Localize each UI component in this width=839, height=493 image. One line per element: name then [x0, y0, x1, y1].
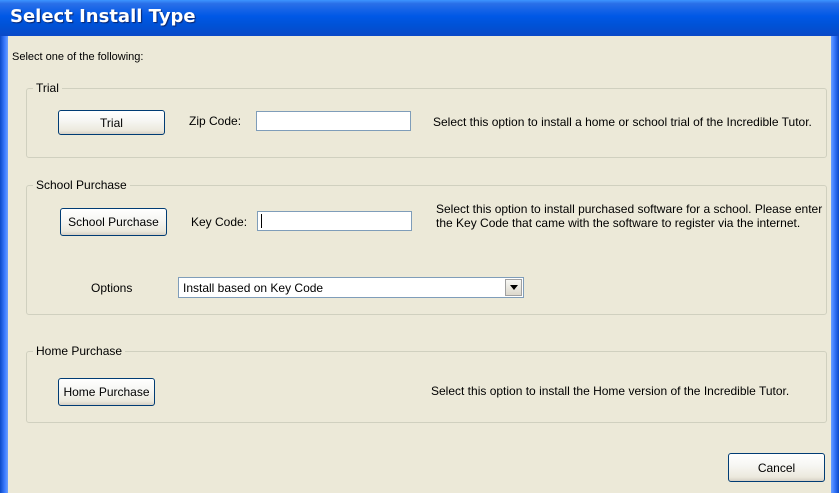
school-purchase-group: School Purchase School Purchase Key Code… — [26, 178, 827, 315]
trial-group-label: Trial — [33, 81, 62, 95]
home-purchase-group-label: Home Purchase — [33, 344, 126, 358]
school-purchase-group-label: School Purchase — [33, 178, 130, 192]
trial-group: Trial Trial Zip Code: Select this option… — [26, 81, 827, 158]
zip-code-input[interactable] — [256, 111, 411, 131]
instruction-text: Select one of the following: — [12, 51, 144, 63]
cancel-button[interactable]: Cancel — [728, 453, 825, 482]
install-dialog: Select Install Type Select one of the fo… — [0, 0, 839, 493]
window-frame-right — [831, 36, 839, 493]
options-dropdown[interactable]: Install based on Key Code — [178, 277, 524, 298]
key-code-input[interactable] — [257, 211, 412, 231]
school-description-line2: the Key Code that came with the software… — [436, 216, 801, 230]
window-title: Select Install Type — [10, 6, 196, 27]
options-selected-value: Install based on Key Code — [183, 281, 324, 295]
home-description: Select this option to install the Home v… — [431, 384, 790, 398]
school-description-line1: Select this option to install purchased … — [436, 202, 823, 216]
window-frame-left — [0, 36, 8, 493]
home-purchase-button[interactable]: Home Purchase — [58, 378, 155, 406]
options-label: Options — [91, 281, 133, 295]
school-purchase-button[interactable]: School Purchase — [60, 208, 167, 236]
chevron-down-icon[interactable] — [505, 279, 522, 296]
home-purchase-group: Home Purchase Home Purchase Select this … — [26, 344, 827, 423]
trial-button[interactable]: Trial — [58, 110, 165, 135]
key-code-label: Key Code: — [191, 215, 248, 229]
title-bar[interactable]: Select Install Type — [0, 0, 839, 36]
trial-description: Select this option to install a home or … — [433, 115, 812, 129]
zip-code-label: Zip Code: — [189, 114, 242, 128]
dialog-body: Select one of the following: Trial Trial… — [8, 36, 831, 493]
text-caret — [261, 214, 262, 228]
